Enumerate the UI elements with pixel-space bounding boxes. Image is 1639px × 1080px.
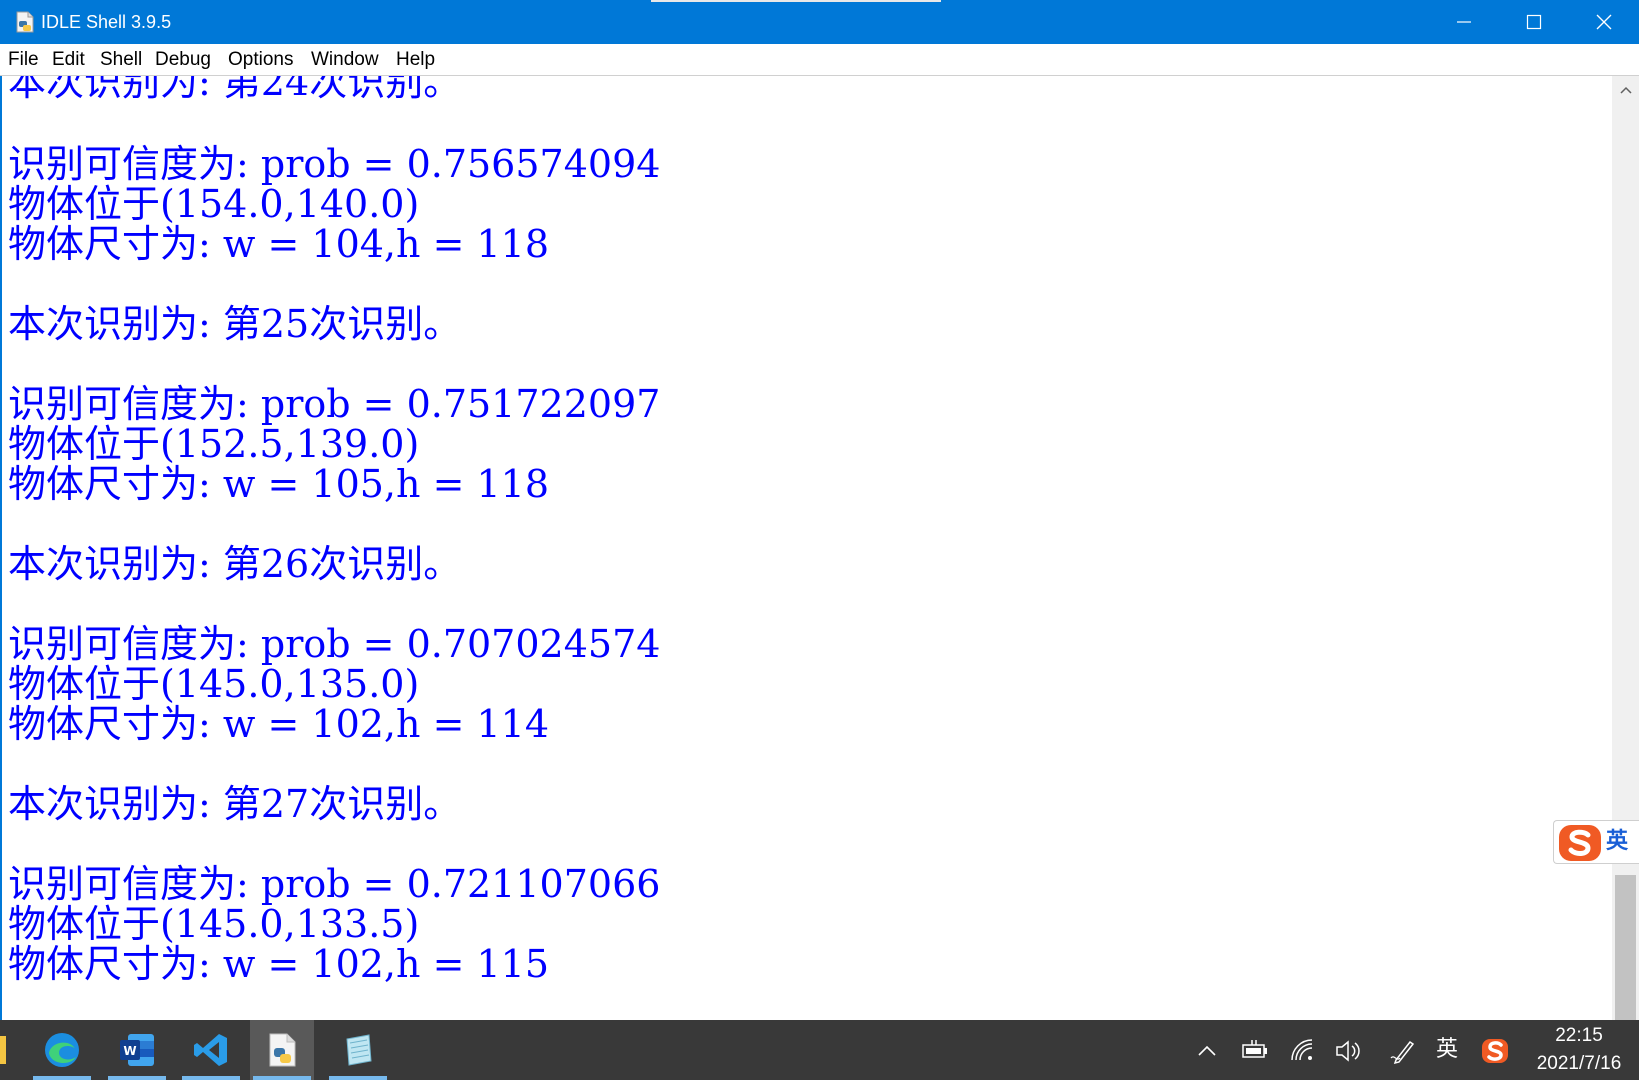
output-line: 本次识别为: 第27次识别。 [8, 782, 462, 826]
output-line: 物体尺寸为: w = 102,h = 115 [8, 942, 550, 986]
menu-debug[interactable]: Debug [155, 44, 211, 75]
taskbar-app-word[interactable]: W [105, 1020, 169, 1080]
file-explorer-icon[interactable] [0, 1036, 6, 1064]
word-icon: W [120, 1034, 154, 1066]
battery-icon [1242, 1040, 1267, 1058]
edge-icon [45, 1033, 79, 1067]
notepad-icon [346, 1034, 372, 1066]
svg-text:W: W [123, 1044, 136, 1058]
output-line: 识别可信度为: prob = 0.721107066 [8, 862, 661, 906]
scrollbar-thumb[interactable] [1615, 875, 1636, 1020]
sogou-logo-icon [1559, 825, 1601, 861]
title-bar[interactable]: IDLE Shell 3.9.5 [0, 0, 1639, 44]
tray-battery-button[interactable] [1238, 1034, 1272, 1068]
menu-edit[interactable]: Edit [52, 44, 85, 75]
output-line: 本次识别为: 第25次识别。 [8, 302, 462, 346]
menu-file[interactable]: File [8, 44, 39, 75]
output-line: 本次识别为: 第26次识别。 [8, 542, 462, 586]
menu-shell[interactable]: Shell [100, 44, 142, 75]
python-idle-icon [16, 11, 34, 33]
menu-window[interactable]: Window [311, 44, 379, 75]
output-line: 识别可信度为: prob = 0.707024574 [8, 622, 661, 666]
taskbar-app-vscode[interactable] [179, 1020, 243, 1080]
tray-sogou-button[interactable] [1478, 1034, 1512, 1068]
ime-toolbar[interactable]: 英 [1553, 820, 1639, 864]
close-button[interactable] [1569, 0, 1639, 44]
output-line: 物体尺寸为: w = 102,h = 114 [8, 702, 550, 746]
shell-output-area[interactable]: 本次识别为: 第24次识别。 识别可信度为: prob = 0.75657409… [0, 76, 1612, 1020]
running-indicator [108, 1076, 166, 1080]
running-indicator [253, 1076, 311, 1080]
clock-date[interactable]: 2021/7/16 [1520, 1052, 1638, 1076]
output-line: 识别可信度为: prob = 0.751722097 [8, 382, 661, 426]
maximize-button[interactable] [1499, 0, 1569, 44]
output-line: 物体位于(154.0,140.0) [8, 182, 420, 226]
tray-pen-button[interactable] [1386, 1034, 1420, 1068]
taskbar-app-edge[interactable] [30, 1020, 94, 1080]
window-border [0, 76, 2, 1020]
tray-show-hidden-button[interactable] [1190, 1034, 1224, 1068]
menu-help[interactable]: Help [396, 44, 435, 75]
output-line: 物体尺寸为: w = 105,h = 118 [8, 462, 550, 506]
idle-icon [269, 1033, 296, 1067]
menu-options[interactable]: Options [228, 44, 293, 75]
output-line: 物体尺寸为: w = 104,h = 118 [8, 222, 550, 266]
tray-volume-button[interactable] [1331, 1034, 1365, 1068]
tray-wifi-button[interactable] [1286, 1034, 1320, 1068]
ime-mode-label: 英 [1606, 829, 1629, 854]
volume-icon [1336, 1040, 1360, 1062]
output-line: 识别可信度为: prob = 0.756574094 [8, 142, 661, 186]
taskbar-app-notepad[interactable] [326, 1020, 390, 1080]
vscode-icon [194, 1034, 227, 1066]
title-bar-highlight [651, 0, 941, 2]
output-line: 物体位于(145.0,135.0) [8, 662, 420, 706]
output-line: 本次识别为: 第24次识别。 [8, 76, 462, 104]
pen-icon [1390, 1040, 1415, 1065]
sogou-logo-icon [1482, 1039, 1508, 1063]
running-indicator [329, 1076, 387, 1080]
tray-input-mode[interactable]: 英 [1436, 1020, 1458, 1080]
minimize-icon [1457, 21, 1471, 23]
chevron-up-icon [1198, 1045, 1216, 1056]
close-icon [1596, 14, 1612, 30]
running-indicator [182, 1076, 240, 1080]
scroll-up-button[interactable] [1612, 76, 1639, 104]
window-title: IDLE Shell 3.9.5 [41, 12, 172, 32]
output-line: 物体位于(152.5,139.0) [8, 422, 420, 466]
chevron-up-icon [1620, 86, 1632, 94]
menu-bar: File Edit Shell Debug Options Window Hel… [0, 44, 1639, 76]
maximize-icon [1526, 14, 1542, 30]
wifi-icon [1291, 1039, 1313, 1061]
output-line: 物体位于(145.0,133.5) [8, 902, 420, 946]
minimize-button[interactable] [1429, 0, 1499, 44]
clock-time[interactable]: 22:15 [1520, 1024, 1638, 1048]
taskbar-app-idle[interactable] [250, 1020, 314, 1080]
running-indicator [33, 1076, 91, 1080]
